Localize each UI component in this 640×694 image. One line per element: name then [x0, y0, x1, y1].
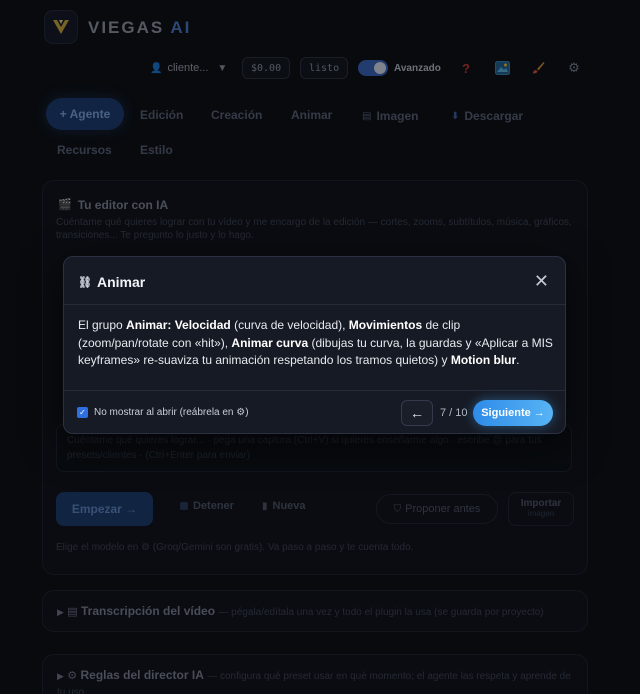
dialog-footer: ✓ No mostrar al abrir (reábrela en ⚙) ← …	[64, 390, 565, 435]
dont-show-checkbox[interactable]: ✓	[77, 407, 88, 418]
dialog-body-text: (curva de velocidad),	[230, 318, 349, 332]
dialog-body-emphasis: Animar curva	[231, 335, 309, 350]
dont-show-checkbox-group[interactable]: ✓ No mostrar al abrir (reábrela en ⚙)	[77, 407, 249, 418]
dialog-body: El grupo Animar: Velocidad (curva de vel…	[78, 317, 554, 370]
close-icon[interactable]: ✕	[534, 271, 549, 292]
app-root: VIEGAS AI 👤 cliente... ▼ $0.00 listo Ava…	[0, 0, 640, 694]
dialog-body-emphasis: Movimientos	[348, 318, 423, 332]
dialog-header: ⛓ Animar ✕	[64, 257, 565, 305]
step-counter: 7 / 10	[440, 407, 468, 419]
dont-show-label: No mostrar al abrir (reábrela en ⚙)	[94, 407, 249, 418]
dialog-body-emphasis: Motion blur	[450, 353, 517, 367]
dialog-body-emphasis: Animar: Velocidad	[126, 318, 231, 332]
next-button[interactable]: Siguiente →	[473, 400, 553, 426]
dialog-body-text: El grupo	[78, 318, 127, 332]
dialog-body-text: .	[516, 353, 520, 367]
previous-button[interactable]: ←	[401, 400, 433, 426]
link-icon: ⛓	[78, 276, 92, 289]
dialog-title: ⛓ Animar	[78, 274, 146, 290]
tour-dialog: ⛓ Animar ✕ El grupo Animar: Velocidad (c…	[63, 256, 566, 434]
